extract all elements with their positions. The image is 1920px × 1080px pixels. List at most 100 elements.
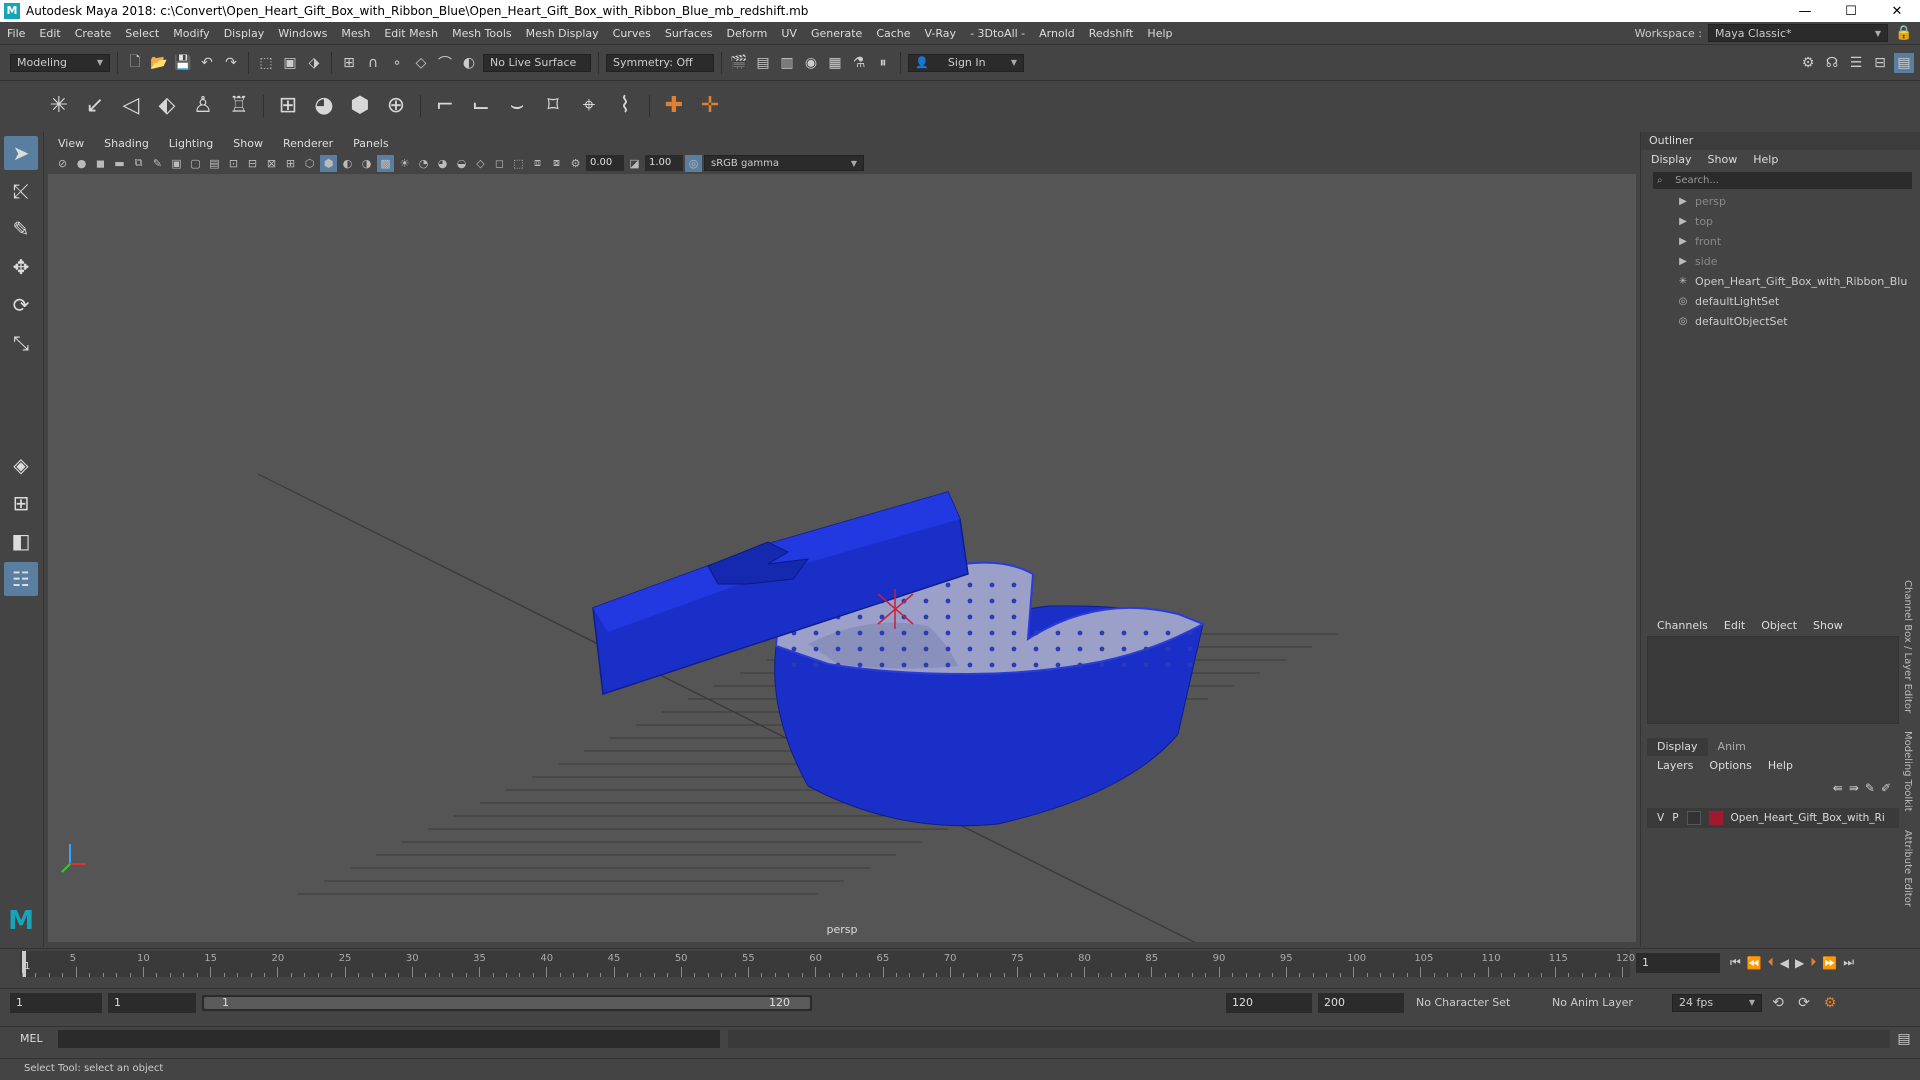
exposure-field[interactable]: 0.00 <box>586 155 624 171</box>
menu-edit[interactable]: Edit <box>32 27 67 40</box>
end-time-field[interactable]: 200 <box>1318 992 1404 1013</box>
outliner-layout-icon[interactable]: ☷ <box>4 562 38 596</box>
outliner-search-input[interactable]: ⌕ Search... <box>1653 172 1912 189</box>
mode-dropdown[interactable]: Modeling ▼ <box>10 53 110 72</box>
new-scene-icon[interactable]: 🗋 <box>125 53 145 73</box>
menu-redshift[interactable]: Redshift <box>1082 27 1141 40</box>
channel-box-menu-channels[interactable]: Channels <box>1657 619 1708 632</box>
new-layer-selected-icon[interactable]: ✐ <box>1881 781 1891 795</box>
lock-icon[interactable]: 🔒 <box>1894 23 1914 43</box>
outliner-item[interactable]: ▶ side <box>1675 251 1920 271</box>
viewport-menu-renderer[interactable]: Renderer <box>273 137 343 150</box>
move-layer-down-icon[interactable]: ⇛ <box>1849 781 1859 795</box>
paint-select-icon[interactable]: ◁ <box>116 91 146 121</box>
move-tool-icon[interactable]: ✥ <box>4 250 38 284</box>
menu-windows[interactable]: Windows <box>271 27 334 40</box>
menu-display[interactable]: Display <box>217 27 272 40</box>
maximize-button[interactable]: ☐ <box>1828 4 1874 19</box>
modeling-toolkit-icon[interactable]: ⚙ <box>1798 53 1818 73</box>
auto-key-icon[interactable]: ⟳ <box>1794 993 1814 1013</box>
xray-icon[interactable]: ⬚ <box>510 155 527 172</box>
snap-surface-icon[interactable]: ⌒ <box>435 53 455 73</box>
start-time-field[interactable]: 1 <box>10 992 102 1013</box>
attribute-editor-icon[interactable]: ☰ <box>1846 53 1866 73</box>
two-d-pan-icon[interactable]: ⧉ <box>130 155 147 172</box>
pause-icon[interactable]: ⏸ <box>873 53 893 73</box>
time-slider[interactable]: 1 5 10 15 20 25 30 35 40 45 50 55 60 65 70 75 80 85 90 95 1… <box>0 948 1920 978</box>
lattice-icon[interactable]: ⬖ <box>152 91 182 121</box>
ik-handle-icon[interactable]: ⊞ <box>273 91 303 121</box>
step-back-frame-icon[interactable]: ⏴ <box>1768 955 1774 970</box>
lasso-icon[interactable]: ↙ <box>80 91 110 121</box>
current-frame-field[interactable]: 1 <box>1636 953 1720 973</box>
motion-blur-icon[interactable]: ◕ <box>434 155 451 172</box>
isolate-select-icon[interactable]: ◻ <box>491 155 508 172</box>
safe-title-icon[interactable]: ⊠ <box>263 155 280 172</box>
go-to-end-icon[interactable]: ⏭ <box>1843 955 1854 970</box>
layer-menu-help[interactable]: Help <box>1768 759 1793 772</box>
hypershade-icon[interactable]: ▦ <box>825 53 845 73</box>
skeleton-icon[interactable]: ♖ <box>224 91 254 121</box>
film-gate-icon[interactable]: ▣ <box>168 155 185 172</box>
redo-icon[interactable]: ↷ <box>221 53 241 73</box>
resolution-gate-icon[interactable]: ▢ <box>187 155 204 172</box>
smooth-shade-icon[interactable]: ⬢ <box>320 154 337 172</box>
field-chart-icon[interactable]: ⊡ <box>225 155 242 172</box>
save-scene-icon[interactable]: 💾 <box>173 53 193 73</box>
default-material-icon[interactable]: ◐ <box>339 155 356 172</box>
color-management-icon[interactable]: ◎ <box>685 154 702 172</box>
snap-plane-icon[interactable]: ◇ <box>411 53 431 73</box>
outliner-item[interactable]: ◎ defaultLightSet <box>1675 291 1920 311</box>
anim-layer-dropdown[interactable]: No Anim Layer <box>1546 993 1666 1012</box>
snap-point-icon[interactable]: ∘ <box>387 53 407 73</box>
viewport-3d[interactable]: persp <box>48 174 1636 942</box>
outliner-item[interactable]: ✳ Open_Heart_Gift_Box_with_Ribbon_Blu <box>1675 271 1920 291</box>
single-pane-layout-icon[interactable]: ◈ <box>4 448 38 482</box>
character-set-dropdown[interactable]: No Character Set <box>1410 993 1540 1012</box>
select-component-icon[interactable]: ⬗ <box>304 53 324 73</box>
step-forward-frame-icon[interactable]: ⏵ <box>1810 955 1816 970</box>
range-slider-handle[interactable] <box>204 996 810 1009</box>
multisample-icon[interactable]: ◒ <box>453 155 470 172</box>
menu-curves[interactable]: Curves <box>606 27 658 40</box>
new-layer-icon[interactable]: ✎ <box>1865 781 1875 795</box>
open-scene-icon[interactable]: 📂 <box>149 53 169 73</box>
sign-in-dropdown[interactable]: 👤 Sign In ▼ <box>908 53 1024 72</box>
curve-icon[interactable]: ⌐ <box>430 91 460 121</box>
range-slider[interactable]: 1 120 <box>202 994 812 1011</box>
gate-mask-icon[interactable]: ▤ <box>206 155 223 172</box>
menu-v-ray[interactable]: V-Ray <box>918 27 964 40</box>
snap-curve-icon[interactable]: ∩ <box>363 53 383 73</box>
viewport-menu-lighting[interactable]: Lighting <box>159 137 223 150</box>
pencil-curve-icon[interactable]: ⌑ <box>538 91 568 121</box>
grid-toggle-icon[interactable]: ⊞ <box>282 155 299 172</box>
four-pane-layout-icon[interactable]: ⊞ <box>4 486 38 520</box>
script-editor-icon[interactable]: ▤ <box>1894 1029 1914 1049</box>
viewport-menu-panels[interactable]: Panels <box>343 137 398 150</box>
rotate-tool-icon[interactable]: ⟳ <box>4 288 38 322</box>
mel-label[interactable]: MEL <box>20 1032 50 1045</box>
render-view-icon[interactable]: ▥ <box>777 53 797 73</box>
side-tab[interactable]: Channel Box / Layer Editor <box>1902 580 1913 713</box>
outliner-menu-display[interactable]: Display <box>1651 153 1692 166</box>
shadows-icon[interactable]: ☀ <box>396 155 413 172</box>
display-layer-row[interactable]: V P Open_Heart_Gift_Box_with_Ri <box>1647 808 1899 828</box>
lasso-tool-icon[interactable]: ⤪ <box>4 174 38 208</box>
snap-live-icon[interactable]: ◐ <box>459 53 479 73</box>
play-backward-icon[interactable]: ◀ <box>1780 956 1789 970</box>
outliner-item[interactable]: ▶ top <box>1675 211 1920 231</box>
two-pane-layout-icon[interactable]: ◧ <box>4 524 38 558</box>
layer-playback-toggle[interactable]: P <box>1672 812 1678 824</box>
redshift-render-icon[interactable]: ⚗ <box>849 53 869 73</box>
textured-icon[interactable]: ◑ <box>358 155 375 172</box>
ipr-render-icon[interactable]: ◉ <box>801 53 821 73</box>
outliner-menu-show[interactable]: Show <box>1708 153 1738 166</box>
minimize-button[interactable]: — <box>1782 4 1828 19</box>
camera-select-icon[interactable]: ⊘ <box>54 155 71 172</box>
playback-start-field[interactable]: 1 <box>108 992 196 1013</box>
step-forward-key-icon[interactable]: ⏩ <box>1822 956 1837 970</box>
play-forward-icon[interactable]: ▶ <box>1795 956 1804 970</box>
time-track[interactable]: 1 5 10 15 20 25 30 35 40 45 50 55 60 65 70 75 80 85 90 95 1… <box>20 951 1635 977</box>
safe-action-icon[interactable]: ⊟ <box>244 155 261 172</box>
viewport-menu-shading[interactable]: Shading <box>94 137 159 150</box>
